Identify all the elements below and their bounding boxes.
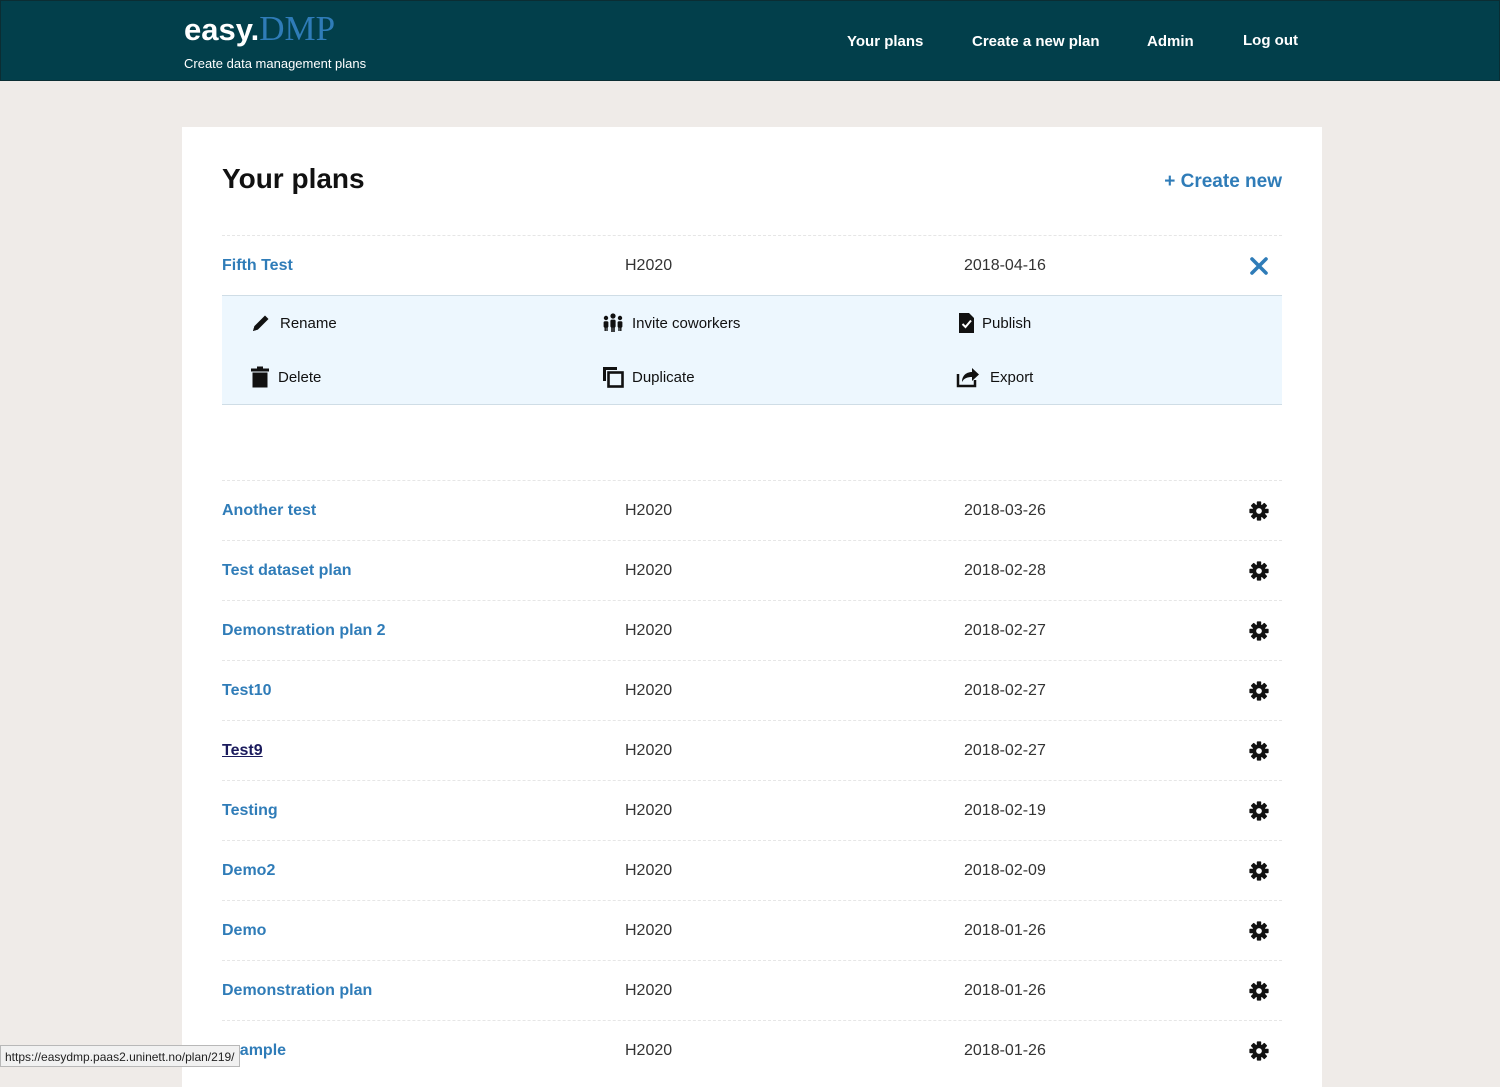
duplicate-icon (603, 367, 624, 388)
brand-name-easy: easy. (184, 12, 260, 47)
rename-label: Rename (280, 315, 337, 332)
plan-template: H2020 (625, 922, 673, 939)
plan-date: 2018-02-19 (964, 802, 1046, 819)
plan-title-link[interactable]: Another test (222, 481, 316, 541)
trash-icon (251, 366, 269, 388)
brand[interactable]: easy.DMP Create data management plans (184, 9, 366, 71)
plan-template: H2020 (625, 622, 673, 639)
publish-label: Publish (982, 315, 1032, 332)
close-icon[interactable] (1248, 255, 1270, 277)
plan-row: Another test H2020 2018-03-26 (222, 480, 1282, 540)
duplicate-label: Duplicate (632, 369, 695, 386)
plan-date: 2018-01-26 (964, 982, 1046, 999)
invite-label: Invite coworkers (632, 315, 741, 332)
plan-date: 2018-04-16 (964, 257, 1046, 274)
plan-row: Test10 H2020 2018-02-27 (222, 660, 1282, 720)
brand-tagline: Create data management plans (184, 56, 367, 71)
nav-log-out[interactable]: Log out (1243, 32, 1298, 49)
plan-date: 2018-02-28 (964, 562, 1046, 579)
plan-title-link[interactable]: Demonstration plan (222, 961, 372, 1021)
gear-icon[interactable] (1248, 620, 1270, 642)
gear-icon[interactable] (1248, 500, 1270, 522)
plan-title-link[interactable]: Demonstration plan 2 (222, 601, 386, 661)
plan-row: Demonstration plan 2 H2020 2018-02-27 (222, 600, 1282, 660)
plans-panel: Your plans + Create new Fifth Test H2020… (182, 127, 1322, 1087)
plan-actions-panel: Rename Invite coworkers Publish Delete D… (222, 295, 1282, 405)
plan-title-link[interactable]: Demo2 (222, 841, 275, 901)
plan-title-link[interactable]: Test9 (222, 721, 263, 781)
plan-date: 2018-02-27 (964, 682, 1046, 699)
plan-template: H2020 (625, 502, 673, 519)
status-bar-url: https://easydmp.paas2.uninett.no/plan/21… (0, 1045, 240, 1067)
plan-row: Demonstration plan H2020 2018-01-26 (222, 960, 1282, 1020)
plan-template: H2020 (625, 862, 673, 879)
plan-title-link[interactable]: Test dataset plan (222, 541, 352, 601)
page-title: Your plans (222, 163, 365, 194)
create-new-link[interactable]: + Create new (1164, 171, 1282, 193)
plan-row: example H2020 2018-01-26 (222, 1020, 1282, 1080)
gear-icon[interactable] (1248, 1040, 1270, 1062)
export-label: Export (990, 369, 1034, 386)
gear-icon[interactable] (1248, 860, 1270, 882)
people-icon (603, 313, 623, 332)
nav-admin[interactable]: Admin (1147, 33, 1194, 50)
plan-template: H2020 (625, 257, 673, 274)
plan-date: 2018-01-26 (964, 922, 1046, 939)
pencil-icon (253, 315, 269, 331)
brand-name-dmp: DMP (259, 9, 336, 48)
export-icon (956, 368, 979, 388)
plan-template: H2020 (625, 1042, 673, 1059)
gear-icon[interactable] (1248, 560, 1270, 582)
brand-logo[interactable]: easy.DMP (184, 9, 366, 50)
plan-template: H2020 (625, 982, 673, 999)
document-check-icon (959, 313, 974, 333)
top-navigation-bar: easy.DMP Create data management plans Yo… (0, 0, 1500, 81)
plan-date: 2018-02-09 (964, 862, 1046, 879)
plan-template: H2020 (625, 562, 673, 579)
plan-row: Demo2 H2020 2018-02-09 (222, 840, 1282, 900)
gear-icon[interactable] (1248, 800, 1270, 822)
nav-your-plans[interactable]: Your plans (847, 33, 923, 50)
plan-template: H2020 (625, 802, 673, 819)
plan-date: 2018-01-26 (964, 1042, 1046, 1059)
gear-icon[interactable] (1248, 740, 1270, 762)
plan-row-expanded: Fifth Test H2020 2018-04-16 (222, 235, 1282, 295)
plan-date: 2018-02-27 (964, 622, 1046, 639)
gear-icon[interactable] (1248, 680, 1270, 702)
plan-template: H2020 (625, 742, 673, 759)
plan-date: 2018-03-26 (964, 502, 1046, 519)
gear-icon[interactable] (1248, 920, 1270, 942)
plan-row: Demo H2020 2018-01-26 (222, 900, 1282, 960)
plan-title-link[interactable]: Fifth Test (222, 236, 293, 296)
plan-title-link[interactable]: Demo (222, 901, 266, 961)
plan-title-link[interactable]: Testing (222, 781, 278, 841)
plan-title-link[interactable]: Test10 (222, 661, 272, 721)
plan-row: Test9 H2020 2018-02-27 (222, 720, 1282, 780)
plan-row: Testing H2020 2018-02-19 (222, 780, 1282, 840)
gear-icon[interactable] (1248, 980, 1270, 1002)
plan-template: H2020 (625, 682, 673, 699)
plan-date: 2018-02-27 (964, 742, 1046, 759)
nav-create-new-plan[interactable]: Create a new plan (972, 33, 1100, 50)
delete-label: Delete (278, 369, 322, 386)
plan-row: Test dataset plan H2020 2018-02-28 (222, 540, 1282, 600)
